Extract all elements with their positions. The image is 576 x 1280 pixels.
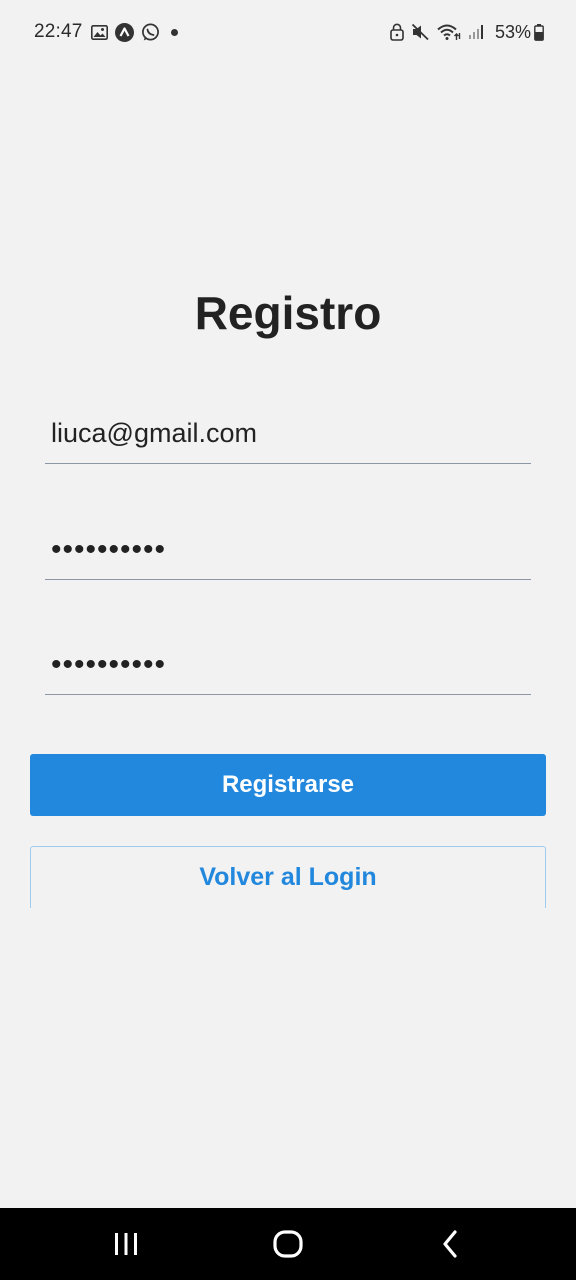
password-field[interactable] — [45, 520, 531, 580]
email-field[interactable] — [45, 404, 531, 464]
home-button[interactable] — [258, 1208, 318, 1280]
status-bar: 22:47 53% — [0, 0, 576, 64]
back-icon — [443, 1230, 457, 1258]
signal-icon — [468, 24, 484, 40]
gallery-icon — [90, 24, 108, 40]
home-icon — [273, 1230, 303, 1258]
status-bar-left: 22:47 — [34, 21, 178, 43]
status-bar-right: 53% — [390, 22, 544, 43]
mute-icon — [411, 23, 430, 41]
battery-icon — [534, 23, 544, 41]
confirm-password-field[interactable] — [45, 635, 531, 695]
lock-icon — [390, 23, 404, 41]
whatsapp-icon — [141, 23, 160, 42]
register-screen: 22:47 53% Registro liuca@gmail.com •••••… — [0, 0, 576, 1280]
back-button[interactable] — [420, 1208, 480, 1280]
navigation-bar — [0, 1208, 576, 1280]
page-title: Registro — [194, 287, 382, 339]
recent-apps-icon — [115, 1233, 137, 1255]
register-button[interactable]: Registrarse — [30, 754, 546, 816]
back-to-login-button[interactable]: Volver al Login — [30, 846, 546, 908]
app-icon — [114, 22, 134, 42]
status-time: 22:47 — [34, 21, 83, 42]
wifi-icon — [437, 23, 461, 41]
recent-apps-button[interactable] — [96, 1208, 156, 1280]
notification-dot — [170, 28, 178, 36]
battery-percent: 53% — [494, 21, 531, 42]
